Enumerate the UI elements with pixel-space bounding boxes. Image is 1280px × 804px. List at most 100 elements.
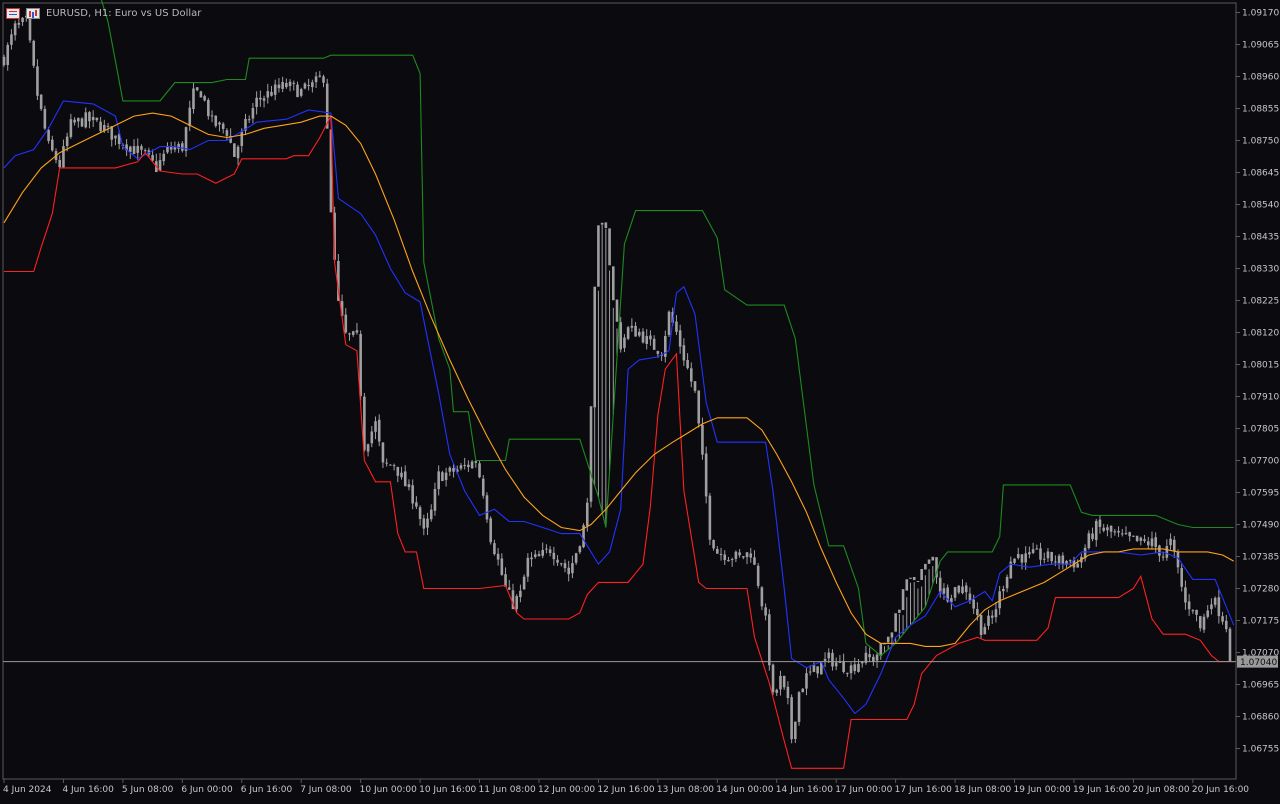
x-tick-label: 14 Jun 00:00 xyxy=(716,785,773,795)
candle-body xyxy=(314,76,318,83)
candle-body xyxy=(470,461,474,469)
candle-body xyxy=(652,338,656,350)
candle-body xyxy=(571,563,574,574)
candle-body xyxy=(169,146,173,150)
x-tick-label: 10 Jun 16:00 xyxy=(419,785,476,795)
candle-body xyxy=(794,721,797,740)
candle-body xyxy=(207,99,210,117)
x-tick-label: 14 Jun 16:00 xyxy=(776,785,833,795)
x-tick-label: 10 Jun 00:00 xyxy=(360,785,417,795)
candle-body xyxy=(392,465,396,467)
price-chart[interactable]: 1.09170 1.09065 1.08960 1.08855 1.08750 1.086… xyxy=(0,0,1280,800)
candle-body xyxy=(17,22,21,25)
candle-body xyxy=(1098,519,1102,527)
candle-body xyxy=(1161,556,1165,558)
candle-body xyxy=(233,143,236,157)
candle-body xyxy=(827,652,831,659)
candle-body xyxy=(857,663,860,672)
candle-body xyxy=(641,331,645,343)
y-tick-label: 1.08645 xyxy=(1242,169,1279,179)
candle-body xyxy=(920,569,923,581)
candle-body xyxy=(530,557,533,560)
indicators-icon[interactable] xyxy=(26,7,40,19)
candle-body xyxy=(489,518,492,543)
candle-body xyxy=(771,664,775,693)
candle-body xyxy=(370,431,374,444)
y-tick-label: 1.09170 xyxy=(1242,9,1279,19)
y-tick-label: 1.08330 xyxy=(1242,265,1279,275)
candle-body xyxy=(192,88,195,110)
candle-body xyxy=(626,327,630,339)
candle-body xyxy=(727,559,730,562)
candle-body xyxy=(292,82,296,84)
candle-body xyxy=(749,553,753,558)
candle-body xyxy=(611,266,615,301)
candle-body xyxy=(519,590,522,598)
candle-body xyxy=(39,94,43,109)
x-tick-label: 12 Jun 00:00 xyxy=(538,785,595,795)
x-tick-label: 7 Jun 08:00 xyxy=(300,785,352,795)
symbol-menu-icon[interactable] xyxy=(6,7,20,19)
candle-body xyxy=(957,585,961,593)
candle-body xyxy=(1024,553,1027,563)
candle-body xyxy=(277,84,281,89)
candle-body xyxy=(615,299,619,322)
candle-body xyxy=(385,462,388,464)
candle-body xyxy=(322,76,325,83)
candle-body xyxy=(485,495,489,520)
candle-body xyxy=(1091,533,1094,540)
candle-body xyxy=(990,615,994,618)
candle-body xyxy=(281,82,284,89)
candle-body xyxy=(738,552,741,556)
candle-body xyxy=(927,559,931,564)
y-tick-label: 1.07280 xyxy=(1242,585,1279,595)
candle-body xyxy=(541,550,544,556)
candle-body xyxy=(909,577,912,579)
candle-body xyxy=(448,467,452,472)
candle-body xyxy=(846,672,849,674)
candle-body xyxy=(675,321,678,332)
x-tick-label: 6 Jun 00:00 xyxy=(181,785,233,795)
x-tick-label: 4 Jun 2024 xyxy=(3,785,52,795)
candle-body xyxy=(411,485,414,504)
candle-body xyxy=(129,146,132,152)
candle-body xyxy=(88,112,91,122)
candle-body xyxy=(504,574,507,587)
y-tick-label: 1.07385 xyxy=(1242,553,1279,563)
candle-body xyxy=(938,577,942,593)
candle-body xyxy=(307,85,310,87)
x-tick-label: 11 Jun 08:00 xyxy=(479,785,536,795)
candle-body xyxy=(912,576,916,581)
current-price-label: 1.07040 xyxy=(1240,658,1277,668)
x-tick-label: 5 Jun 08:00 xyxy=(122,785,174,795)
candle-body xyxy=(768,614,771,666)
candle-body xyxy=(259,97,262,100)
candle-body xyxy=(218,122,221,125)
x-tick-label: 19 Jun 00:00 xyxy=(1014,785,1071,795)
candle-body xyxy=(437,471,440,490)
candle-body xyxy=(875,654,879,661)
candle-body xyxy=(701,424,704,455)
candle-body xyxy=(589,406,593,502)
candle-body xyxy=(619,322,623,350)
candle-body xyxy=(1128,532,1131,537)
candle-body xyxy=(1143,539,1146,541)
candle-body xyxy=(91,116,95,121)
candle-body xyxy=(637,331,641,336)
candle-body xyxy=(1076,563,1079,568)
candle-body xyxy=(905,579,909,591)
candle-body xyxy=(1210,604,1213,610)
x-tick-label: 13 Jun 08:00 xyxy=(657,785,714,795)
candle-body xyxy=(656,351,660,354)
x-tick-label: 17 Jun 16:00 xyxy=(895,785,952,795)
candle-body xyxy=(99,121,102,132)
candle-body xyxy=(723,554,727,561)
candle-body xyxy=(374,421,377,432)
x-tick-label: 12 Jun 16:00 xyxy=(597,785,654,795)
y-tick-label: 1.07175 xyxy=(1242,617,1279,627)
candle-body xyxy=(1150,538,1154,547)
candle-body xyxy=(463,465,466,467)
candle-body xyxy=(716,548,719,554)
candle-body xyxy=(344,314,348,333)
chart-canvas[interactable]: 1.09170 1.09065 1.08960 1.08855 1.08750 1.086… xyxy=(0,0,1280,800)
